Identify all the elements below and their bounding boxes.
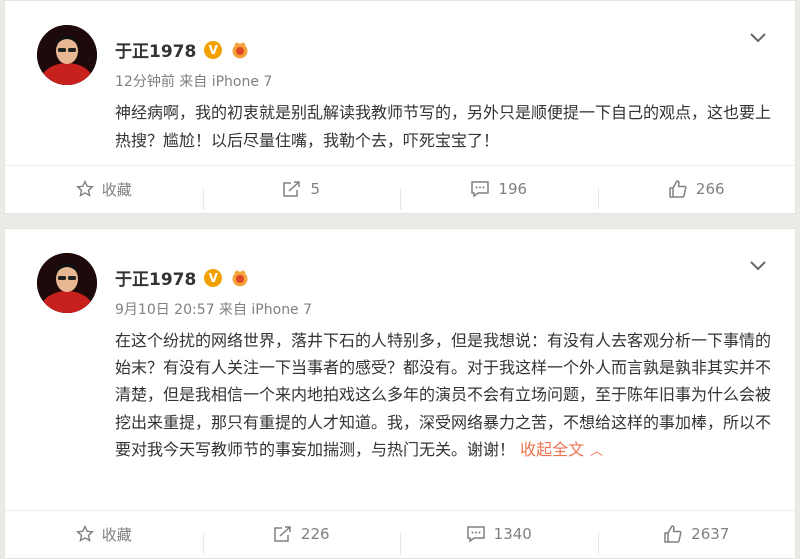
- repost-count: 5: [310, 180, 321, 198]
- comment-button[interactable]: 196: [400, 180, 598, 210]
- comment-icon: [471, 181, 490, 198]
- vip-crown-icon: [230, 269, 250, 287]
- repost-icon: [274, 526, 291, 542]
- post-meta: 12分钟前 来自 iPhone 7: [115, 74, 273, 90]
- repost-count: 226: [300, 525, 330, 543]
- verified-badge-icon: V: [204, 40, 223, 59]
- post-text: 神经病啊，我的初衷就是别乱解读我教师节写的，另外只是顺便提一下自己的观点，这也要…: [115, 103, 772, 150]
- divider: [5, 165, 795, 166]
- post-meta: 9月10日 20:57 来自 iPhone 7: [115, 302, 313, 318]
- author-row: 于正1978 V: [115, 37, 250, 62]
- comment-count: 1340: [493, 525, 532, 543]
- like-count: 266: [695, 180, 725, 198]
- author-name[interactable]: 于正1978: [115, 265, 196, 290]
- chevron-down-icon[interactable]: [749, 29, 767, 43]
- author-row: 于正1978 V: [115, 265, 250, 290]
- like-button[interactable]: 2637: [597, 524, 796, 554]
- collapse-full-text-link[interactable]: 收起全文: [520, 440, 584, 459]
- favorite-button[interactable]: 收藏: [5, 179, 203, 200]
- author-name[interactable]: 于正1978: [115, 37, 196, 62]
- weibo-post-card: 于正1978 V 12分钟前 来自 iPhone 7 神经病啊，我的初衷就是别乱…: [4, 0, 796, 214]
- favorite-label: 收藏: [101, 180, 132, 199]
- chevron-up-icon[interactable]: ︿: [590, 444, 603, 459]
- post-content: 在这个纷扰的网络世界，落井下石的人特别多，但是我想说：有没有人去客观分析一下事情…: [115, 327, 775, 465]
- chevron-down-icon[interactable]: [749, 257, 767, 271]
- avatar[interactable]: [37, 253, 97, 313]
- repost-button[interactable]: 226: [202, 525, 401, 555]
- thumbs-up-icon: [664, 525, 682, 543]
- comment-button[interactable]: 1340: [400, 525, 598, 555]
- comment-count: 196: [498, 180, 528, 198]
- avatar[interactable]: [37, 25, 97, 85]
- weibo-post-card: 于正1978 V 9月10日 20:57 来自 iPhone 7 在这个纷扰的网…: [4, 228, 796, 559]
- action-bar: 收藏 5 196 266: [5, 167, 795, 211]
- star-icon: [75, 180, 94, 197]
- divider: [5, 510, 795, 511]
- repost-icon: [283, 181, 301, 197]
- thumbs-up-icon: [669, 180, 687, 198]
- star-icon: [75, 525, 94, 542]
- like-count: 2637: [691, 525, 730, 543]
- like-button[interactable]: 266: [597, 179, 796, 209]
- verified-badge-icon: V: [204, 268, 223, 287]
- comment-icon: [466, 526, 485, 543]
- post-text: 在这个纷扰的网络世界，落井下石的人特别多，但是我想说：有没有人去客观分析一下事情…: [115, 331, 772, 459]
- action-bar: 收藏 226 1340 2637: [5, 512, 795, 556]
- post-content: 神经病啊，我的初衷就是别乱解读我教师节写的，另外只是顺便提一下自己的观点，这也要…: [115, 99, 775, 155]
- favorite-button[interactable]: 收藏: [5, 524, 203, 545]
- favorite-label: 收藏: [101, 525, 132, 544]
- vip-crown-icon: [230, 41, 250, 59]
- repost-button[interactable]: 5: [202, 180, 401, 210]
